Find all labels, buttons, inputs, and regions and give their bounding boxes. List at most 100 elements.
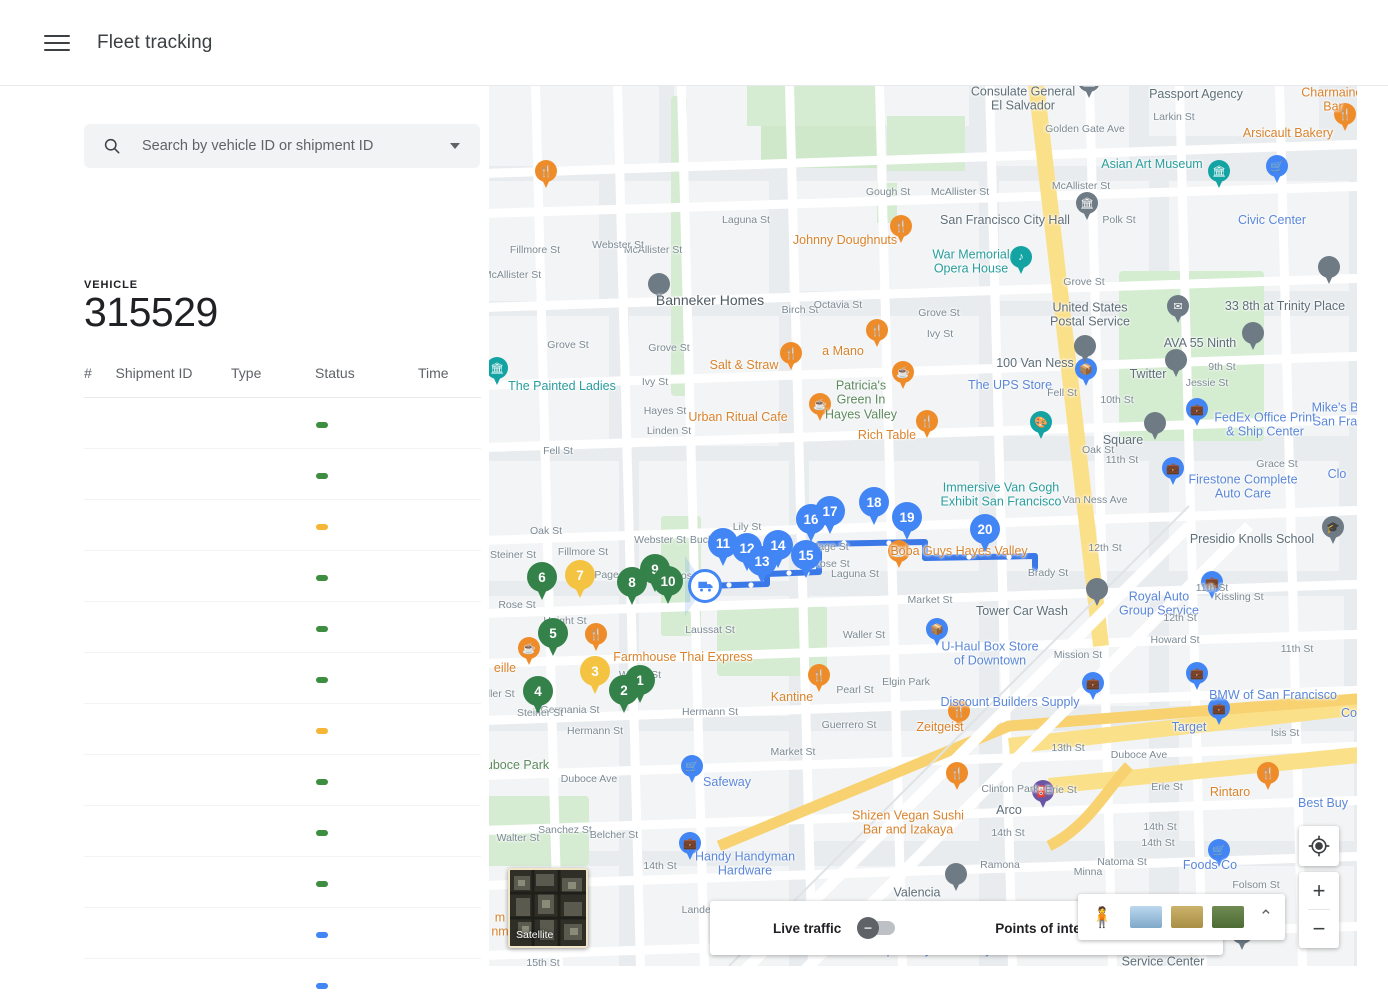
map-label: Webster St bbox=[592, 239, 644, 251]
stop-marker-20[interactable]: 20 bbox=[970, 514, 1000, 554]
cell-status bbox=[315, 500, 418, 551]
col-header-type[interactable]: Type bbox=[231, 365, 315, 398]
map-label: Tower Car Wash bbox=[976, 604, 1068, 618]
cell-shipment-id bbox=[116, 653, 232, 704]
map-label: Farmhouse Thai Express bbox=[613, 650, 752, 664]
table-row[interactable] bbox=[84, 449, 481, 500]
fedex-poi[interactable]: 💼 bbox=[1186, 398, 1208, 428]
trinity-place-poi[interactable] bbox=[1318, 256, 1340, 286]
map-label: Market St bbox=[771, 746, 816, 758]
delivery-truck-icon[interactable] bbox=[688, 569, 722, 603]
stop-marker-10[interactable]: 10 bbox=[653, 566, 683, 606]
table-row[interactable] bbox=[84, 602, 481, 653]
map-label: 14th St bbox=[991, 827, 1024, 839]
map-label: Foods Co bbox=[1183, 858, 1237, 872]
twitter-poi[interactable] bbox=[1165, 349, 1187, 379]
stop-marker-17[interactable]: 17 bbox=[815, 496, 845, 536]
safeway-poi[interactable]: 🛒 bbox=[681, 755, 703, 785]
stop-marker-15[interactable]: 15 bbox=[791, 540, 821, 580]
map-view[interactable]: 🍴🏛🏛🍴🛒🏛♪✉🍴🍴🍴☕🏛☕📦🍴💼🎨💼🎓☕💼📦🍴☕🍴💼💼💼🍴🛒🍴⛽🍴🛒💼 Jef… bbox=[489, 86, 1357, 966]
status-badge bbox=[316, 626, 328, 632]
stop-marker-4[interactable]: 4 bbox=[523, 676, 553, 716]
postal-service-poi[interactable]: ✉ bbox=[1167, 295, 1189, 325]
table-row[interactable] bbox=[84, 857, 481, 908]
my-location-button[interactable] bbox=[1299, 826, 1339, 866]
zoom-out-button[interactable]: − bbox=[1299, 910, 1339, 948]
zoom-in-button[interactable]: + bbox=[1299, 872, 1339, 910]
bmw-poi[interactable]: 💼 bbox=[1186, 662, 1208, 692]
map-label: Asian Art Museum bbox=[1101, 157, 1202, 171]
ava-ninth-poi[interactable] bbox=[1242, 322, 1264, 352]
map-label: Urban Ritual Cafe bbox=[688, 410, 787, 424]
salt-straw-poi[interactable]: 🍴 bbox=[780, 342, 802, 372]
app-bar: Fleet tracking bbox=[0, 0, 1388, 86]
discount-builders-poi[interactable]: 💼 bbox=[1082, 672, 1104, 702]
chevron-up-icon[interactable]: ⌃ bbox=[1259, 907, 1273, 927]
van-ness-poi[interactable] bbox=[1074, 335, 1096, 365]
car-wash-poi[interactable] bbox=[1086, 578, 1108, 608]
farmhouse-thai-poi[interactable]: 🍴 bbox=[585, 623, 607, 653]
hamburger-menu-icon[interactable] bbox=[44, 30, 70, 56]
map-label: Laguna St bbox=[831, 568, 879, 580]
stop-marker-3[interactable]: 3 bbox=[580, 656, 610, 696]
restaurant-poi[interactable]: 🍴 bbox=[535, 160, 557, 190]
col-header-time[interactable]: Time bbox=[418, 365, 481, 398]
live-traffic-control[interactable]: Live traffic bbox=[773, 921, 895, 936]
cell-index bbox=[84, 959, 116, 1006]
map-label: Waller St bbox=[843, 629, 885, 641]
table-row[interactable] bbox=[84, 500, 481, 551]
opera-house-poi[interactable]: ♪ bbox=[1010, 246, 1032, 276]
col-header-shipment-id[interactable]: Shipment ID bbox=[116, 365, 232, 398]
table-row[interactable] bbox=[84, 551, 481, 602]
stop-marker-18[interactable]: 18 bbox=[859, 487, 889, 527]
table-row[interactable] bbox=[84, 755, 481, 806]
col-header-index[interactable]: # bbox=[84, 365, 116, 398]
cell-status bbox=[315, 551, 418, 602]
status-badge bbox=[316, 677, 328, 683]
van-gogh-poi[interactable]: 🎨 bbox=[1030, 411, 1052, 441]
painted-ladies-poi[interactable]: 🏛 bbox=[489, 357, 508, 387]
imagery-selector-bar[interactable]: 🧍 ⌃ bbox=[1078, 894, 1285, 940]
table-row[interactable] bbox=[84, 704, 481, 755]
stop-marker-6[interactable]: 6 bbox=[527, 562, 557, 602]
consulate-poi[interactable]: 🏛 bbox=[1078, 86, 1100, 100]
stop-marker-2[interactable]: 2 bbox=[609, 675, 639, 715]
search-box[interactable] bbox=[84, 124, 480, 168]
shizen-poi[interactable]: 🍴 bbox=[946, 762, 968, 792]
imagery-tile-field[interactable] bbox=[1171, 906, 1203, 928]
imagery-tile-sky[interactable] bbox=[1130, 906, 1162, 928]
stop-marker-14[interactable]: 14 bbox=[763, 530, 793, 570]
map-label: Laussat St bbox=[685, 624, 735, 636]
cell-index bbox=[84, 449, 116, 500]
rintaro-poi[interactable]: 🍴 bbox=[1257, 762, 1279, 792]
live-traffic-toggle[interactable] bbox=[859, 921, 895, 935]
stop-marker-19[interactable]: 19 bbox=[892, 502, 922, 542]
table-row[interactable] bbox=[84, 959, 481, 1006]
square-poi[interactable] bbox=[1144, 412, 1166, 442]
chevron-down-icon[interactable] bbox=[450, 143, 460, 149]
rich-table-poi[interactable]: 🍴 bbox=[916, 410, 938, 440]
pegman-icon[interactable]: 🧍 bbox=[1090, 905, 1115, 930]
eille-poi[interactable]: ☕ bbox=[518, 637, 540, 667]
city-hall-poi[interactable]: 🏛 bbox=[1076, 192, 1098, 222]
table-row[interactable] bbox=[84, 398, 481, 449]
imagery-tile-terrain[interactable] bbox=[1212, 906, 1244, 928]
map-label: Arco bbox=[996, 803, 1022, 817]
search-input[interactable] bbox=[140, 137, 450, 155]
table-row[interactable] bbox=[84, 908, 481, 959]
table-row[interactable] bbox=[84, 653, 481, 704]
a-mano-poi[interactable]: 🍴 bbox=[866, 319, 888, 349]
grocery-poi[interactable]: 🛒 bbox=[1266, 155, 1288, 185]
firestone-poi[interactable]: 💼 bbox=[1162, 457, 1184, 487]
stop-marker-5[interactable]: 5 bbox=[538, 618, 568, 658]
map-label: FedEx Office Print& Ship Center bbox=[1214, 411, 1315, 440]
satellite-toggle-thumbnail[interactable]: Satellite bbox=[508, 868, 588, 948]
col-header-status[interactable]: Status bbox=[315, 365, 418, 398]
map-label: Sanchez St bbox=[538, 824, 592, 836]
map-label: mnm bbox=[491, 911, 508, 940]
knolls-school-poi[interactable]: 🎓 bbox=[1322, 516, 1344, 546]
museum-poi[interactable]: 🏛 bbox=[1208, 160, 1230, 190]
stop-marker-7[interactable]: 7 bbox=[565, 560, 595, 600]
cell-time bbox=[418, 500, 481, 551]
table-row[interactable] bbox=[84, 806, 481, 857]
